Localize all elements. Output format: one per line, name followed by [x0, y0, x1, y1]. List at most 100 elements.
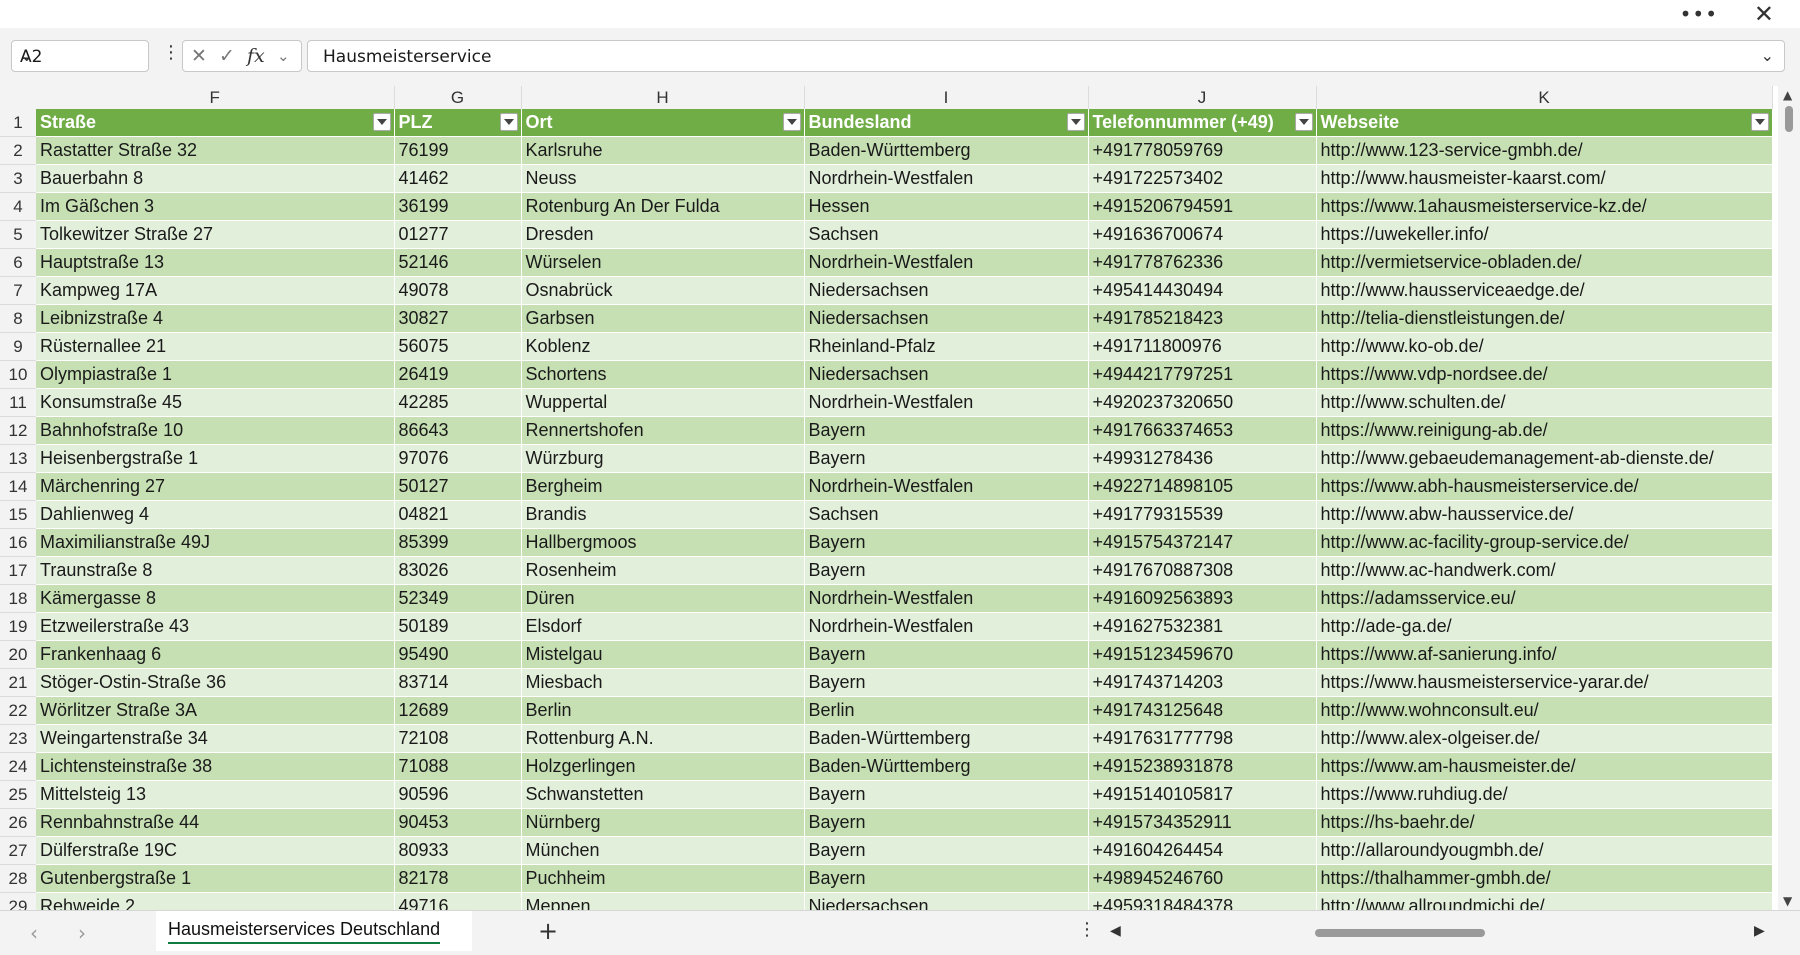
cell-telefon[interactable]: +491627532381 [1088, 612, 1317, 641]
column-header-i[interactable]: I [804, 86, 1089, 109]
cell-telefon[interactable]: +49931278436 [1088, 444, 1317, 473]
cell-bundesland[interactable]: Bayern [804, 668, 1089, 697]
cell-ort[interactable]: Rotenburg An Der Fulda [521, 192, 805, 221]
cell-plz[interactable]: 42285 [394, 388, 522, 417]
cell-strasse[interactable]: Maximilianstraße 49J [36, 528, 395, 557]
cell-webseite[interactable]: http://www.123-service-gmbh.de/ [1316, 136, 1773, 165]
cell-ort[interactable]: Osnabrück [521, 276, 805, 305]
cell-ort[interactable]: Berlin [521, 696, 805, 725]
row-header[interactable]: 2 [0, 136, 36, 165]
cell-telefon[interactable]: +4922714898105 [1088, 472, 1317, 501]
cell-strasse[interactable]: Rüsternallee 21 [36, 332, 395, 361]
cell-plz[interactable]: 95490 [394, 640, 522, 669]
cell-webseite[interactable]: http://www.ac-handwerk.com/ [1316, 556, 1773, 585]
row-header[interactable]: 23 [0, 724, 36, 753]
cell-webseite[interactable]: http://www.gebaeudemanagement-ab-dienste… [1316, 444, 1773, 473]
filter-dropdown-icon[interactable] [499, 113, 518, 131]
cell-telefon[interactable]: +491743125648 [1088, 696, 1317, 725]
cell-bundesland[interactable]: Bayern [804, 780, 1089, 809]
cell-plz[interactable]: 01277 [394, 220, 522, 249]
cell-webseite[interactable]: https://www.ruhdiug.de/ [1316, 780, 1773, 809]
cell-plz[interactable]: 36199 [394, 192, 522, 221]
row-header[interactable]: 3 [0, 164, 36, 193]
cell-bundesland[interactable]: Nordrhein-Westfalen [804, 164, 1089, 193]
cell-telefon[interactable]: +491779315539 [1088, 500, 1317, 529]
cell-ort[interactable]: Schwanstetten [521, 780, 805, 809]
expand-formula-icon[interactable]: ⌄ [1761, 46, 1774, 65]
cell-strasse[interactable]: Bahnhofstraße 10 [36, 416, 395, 445]
cell-webseite[interactable]: http://www.hausmeister-kaarst.com/ [1316, 164, 1773, 193]
row-header[interactable]: 1 [0, 109, 36, 137]
cell-strasse[interactable]: Konsumstraße 45 [36, 388, 395, 417]
cell-bundesland[interactable]: Nordrhein-Westfalen [804, 248, 1089, 277]
cell-telefon[interactable]: +4915140105817 [1088, 780, 1317, 809]
cell-strasse[interactable]: Stöger-Ostin-Straße 36 [36, 668, 395, 697]
cell-bundesland[interactable]: Niedersachsen [804, 304, 1089, 333]
cell-strasse[interactable]: Mittelsteig 13 [36, 780, 395, 809]
cell-telefon[interactable]: +4915123459670 [1088, 640, 1317, 669]
cell-plz[interactable]: 71088 [394, 752, 522, 781]
cell-ort[interactable]: Garbsen [521, 304, 805, 333]
cell-plz[interactable]: 97076 [394, 444, 522, 473]
cell-bundesland[interactable]: Nordrhein-Westfalen [804, 388, 1089, 417]
cell-strasse[interactable]: Olympiastraße 1 [36, 360, 395, 389]
row-header[interactable]: 13 [0, 444, 36, 473]
cell-webseite[interactable]: https://thalhammer-gmbh.de/ [1316, 864, 1773, 893]
row-header[interactable]: 20 [0, 640, 36, 669]
cell-ort[interactable]: Brandis [521, 500, 805, 529]
column-header-f[interactable]: F [36, 86, 395, 109]
header-cell-strasse[interactable]: Straße [36, 109, 395, 137]
cancel-icon[interactable]: ✕ [191, 45, 207, 67]
cell-bundesland[interactable]: Sachsen [804, 500, 1089, 529]
cell-plz[interactable]: 85399 [394, 528, 522, 557]
cell-webseite[interactable]: http://allaroundyougmbh.de/ [1316, 836, 1773, 865]
cell-telefon[interactable]: +491604264454 [1088, 836, 1317, 865]
cell-telefon[interactable]: +498945246760 [1088, 864, 1317, 893]
row-header[interactable]: 14 [0, 472, 36, 501]
cell-strasse[interactable]: Leibnizstraße 4 [36, 304, 395, 333]
cell-ort[interactable]: Mistelgau [521, 640, 805, 669]
cell-telefon[interactable]: +4920237320650 [1088, 388, 1317, 417]
row-header[interactable]: 27 [0, 836, 36, 865]
horizontal-scroll-thumb[interactable] [1315, 929, 1485, 937]
cell-telefon[interactable]: +4916092563893 [1088, 584, 1317, 613]
scroll-right-icon[interactable]: ▶ [1754, 923, 1765, 939]
cell-ort[interactable]: Düren [521, 584, 805, 613]
cell-webseite[interactable]: http://www.schulten.de/ [1316, 388, 1773, 417]
cell-ort[interactable]: Dresden [521, 220, 805, 249]
cell-webseite[interactable]: http://vermietservice-obladen.de/ [1316, 248, 1773, 277]
cell-telefon[interactable]: +4915238931878 [1088, 752, 1317, 781]
cell-webseite[interactable]: https://www.1ahausmeisterservice-kz.de/ [1316, 192, 1773, 221]
cell-plz[interactable]: 41462 [394, 164, 522, 193]
cell-webseite[interactable]: http://www.alex-olgeiser.de/ [1316, 724, 1773, 753]
cell-telefon[interactable]: +4944217797251 [1088, 360, 1317, 389]
cell-ort[interactable]: Rottenburg A.N. [521, 724, 805, 753]
cell-ort[interactable]: Rosenheim [521, 556, 805, 585]
cell-webseite[interactable]: http://www.allroundmichi.de/ [1316, 892, 1773, 910]
cell-plz[interactable]: 83714 [394, 668, 522, 697]
cell-strasse[interactable]: Bauerbahn 8 [36, 164, 395, 193]
cell-bundesland[interactable]: Niedersachsen [804, 360, 1089, 389]
cell-plz[interactable]: 76199 [394, 136, 522, 165]
cell-telefon[interactable]: +4917631777798 [1088, 724, 1317, 753]
header-cell-ort[interactable]: Ort [521, 109, 805, 137]
cell-plz[interactable]: 30827 [394, 304, 522, 333]
cell-plz[interactable]: 49716 [394, 892, 522, 910]
cell-strasse[interactable]: Heisenbergstraße 1 [36, 444, 395, 473]
cell-bundesland[interactable]: Hessen [804, 192, 1089, 221]
row-header[interactable]: 11 [0, 388, 36, 417]
cell-plz[interactable]: 90596 [394, 780, 522, 809]
chevron-down-icon[interactable]: ⌄ [277, 47, 290, 65]
cell-strasse[interactable]: Wörlitzer Straße 3A [36, 696, 395, 725]
cell-webseite[interactable]: https://hs-baehr.de/ [1316, 808, 1773, 837]
cell-ort[interactable]: Hallbergmoos [521, 528, 805, 557]
cell-webseite[interactable]: http://www.ac-facility-group-service.de/ [1316, 528, 1773, 557]
cell-ort[interactable]: Bergheim [521, 472, 805, 501]
cell-strasse[interactable]: Rastatter Straße 32 [36, 136, 395, 165]
row-header[interactable]: 9 [0, 332, 36, 361]
more-options-icon[interactable]: ••• [1680, 2, 1718, 26]
cell-ort[interactable]: Nürnberg [521, 808, 805, 837]
cell-plz[interactable]: 83026 [394, 556, 522, 585]
cell-ort[interactable]: Meppen [521, 892, 805, 910]
sheet-options-icon[interactable]: ⋮ [1078, 919, 1096, 940]
